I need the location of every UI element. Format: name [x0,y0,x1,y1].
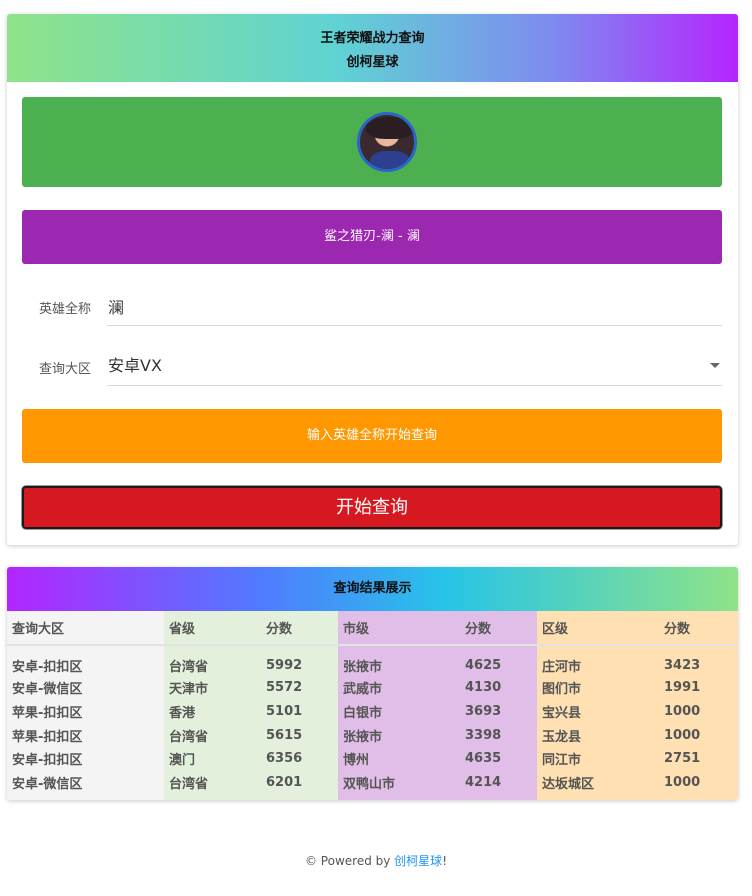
table-cell: 4625 [460,645,537,676]
table-cell: 3423 [659,645,738,676]
table-cell: 张掖市 [338,645,460,676]
table-cell: 白银市 [338,699,460,724]
results-table: 查询大区 省级 分数 市级 分数 区级 分数 安卓-扣扣区 台湾省 5992 张掖市 4… [7,611,738,800]
table-cell: 达坂城区 [537,770,659,800]
table-cell: 天津市 [164,676,261,700]
hero-name-banner: 鲨之猎刃-澜 - 澜 [22,210,722,264]
table-cell: 同江市 [537,747,659,771]
table-cell: 安卓-微信区 [7,770,164,800]
page-subtitle: 创柯星球 [346,55,399,70]
table-cell: 台湾省 [164,770,261,800]
table-row: 安卓-扣扣区 台湾省 5992 张掖市 4625 庄河市 3423 [7,645,738,676]
table-cell: 台湾省 [164,645,261,676]
table-cell: 澳门 [164,747,261,771]
table-cell: 6356 [261,747,338,771]
table-cell: 玉龙县 [537,723,659,748]
region-field: 查询大区 安卓VX [22,346,722,386]
column-header: 分数 [261,611,338,646]
table-row: 安卓-微信区 台湾省 6201 双鸭山市 4214 达坂城区 1000 [7,770,738,800]
table-cell: 庄河市 [537,645,659,676]
table-cell: 4635 [460,747,537,771]
hero-field: 英雄全称 [22,286,722,326]
footer-link[interactable]: 创柯星球 [394,854,442,868]
query-card-header: 王者荣耀战力查询 创柯星球 [7,14,738,82]
table-cell: 安卓-扣扣区 [7,645,164,676]
table-cell: 安卓-扣扣区 [7,747,164,771]
table-cell: 5101 [261,699,338,724]
hint-banner: 输入英雄全称开始查询 [22,409,722,463]
region-select[interactable]: 安卓VX [107,346,722,386]
table-cell: 张掖市 [338,723,460,748]
results-title: 查询结果展示 [7,567,738,611]
column-header: 区级 [537,611,659,646]
table-cell: 1000 [659,723,738,748]
footer-prefix: © Powered by [304,854,395,868]
column-header: 省级 [164,611,261,646]
table-cell: 2751 [659,747,738,771]
region-field-label: 查询大区 [39,362,92,377]
column-header: 分数 [659,611,738,646]
footer: © Powered by 创柯星球! [0,852,752,869]
table-cell: 武威市 [338,676,460,700]
query-card: 王者荣耀战力查询 创柯星球 鲨之猎刃-澜 - 澜 英雄全称 查询大区 安卓VX … [7,14,738,545]
table-cell: 宝兴县 [537,699,659,724]
page-title: 王者荣耀战力查询 [320,31,425,46]
hero-field-label: 英雄全称 [39,302,92,317]
table-cell: 4130 [460,676,537,700]
table-row: 苹果-扣扣区 香港 5101 白银市 3693 宝兴县 1000 [7,699,738,724]
avatar-body [370,151,410,169]
table-cell: 5615 [261,723,338,748]
region-select-value: 安卓VX [108,356,162,375]
table-cell: 台湾省 [164,723,261,748]
table-cell: 5992 [261,645,338,676]
table-row: 安卓-扣扣区 澳门 6356 博州 4635 同江市 2751 [7,747,738,771]
table-cell: 1991 [659,676,738,700]
table-cell: 1000 [659,699,738,724]
table-cell: 苹果-扣扣区 [7,723,164,748]
hero-name-input[interactable] [107,286,722,326]
hero-avatar [357,112,417,172]
table-cell: 安卓-微信区 [7,676,164,700]
footer-suffix: ! [442,854,447,868]
table-cell: 4214 [460,770,537,800]
table-cell: 5572 [261,676,338,700]
table-row: 苹果-扣扣区 台湾省 5615 张掖市 3398 玉龙县 1000 [7,723,738,748]
table-cell: 6201 [261,770,338,800]
table-cell: 双鸭山市 [338,770,460,800]
table-cell: 3398 [460,723,537,748]
table-cell: 1000 [659,770,738,800]
table-cell: 图们市 [537,676,659,700]
table-row: 安卓-微信区 天津市 5572 武威市 4130 图们市 1991 [7,676,738,700]
table-cell: 博州 [338,747,460,771]
avatar-hair [366,117,414,139]
column-header: 查询大区 [7,611,164,646]
results-header-row: 查询大区 省级 分数 市级 分数 区级 分数 [7,611,738,646]
table-cell: 香港 [164,699,261,724]
start-query-button[interactable]: 开始查询 [22,486,722,529]
column-header: 分数 [460,611,537,646]
hero-avatar-panel [22,97,722,187]
table-cell: 苹果-扣扣区 [7,699,164,724]
table-cell: 3693 [460,699,537,724]
column-header: 市级 [338,611,460,646]
results-card: 查询结果展示 查询大区 省级 分数 市级 分数 区级 分数 安卓-扣扣区 台湾省 5… [7,567,738,800]
chevron-down-icon [710,363,720,368]
